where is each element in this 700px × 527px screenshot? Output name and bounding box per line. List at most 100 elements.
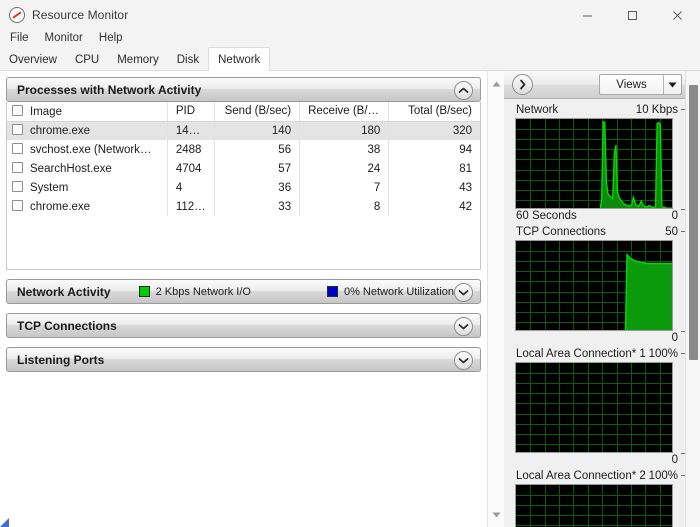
table-header-row: Image PID Send (B/sec) Receive (B/sec) T… [7,102,480,122]
graph-header: TCP Connections 50 [515,224,690,240]
graph-header: Local Area Connection* 1 100% [515,346,690,362]
scroll-down-arrow-icon[interactable] [488,506,505,523]
chevron-down-icon[interactable] [454,351,473,370]
cell-image: chrome.exe [7,121,168,140]
cell-total: 94 [388,140,480,159]
cell-total: 42 [388,197,480,216]
tab-disk[interactable]: Disk [168,50,208,71]
tcp-connections-header[interactable]: TCP Connections [6,313,481,338]
processes-section-header[interactable]: Processes with Network Activity [6,77,481,102]
cell-image-label: chrome.exe [30,201,91,213]
tcp-connections-section: TCP Connections [6,313,481,338]
legend-network-io: 2 Kbps Network I/O [138,285,251,298]
cell-total: 81 [388,159,480,178]
cell-send: 33 [213,197,300,216]
cell-image: svchost.exe (NetworkService -p) [7,140,167,159]
graph-title: Local Area Connection* 2 [516,470,646,482]
processes-table: Image PID Send (B/sec) Receive (B/sec) T… [7,102,480,216]
minimize-button[interactable] [565,0,610,30]
row-checkbox[interactable] [12,162,23,173]
title-bar: Resource Monitor [0,0,700,30]
processes-section-title: Processes with Network Activity [17,82,202,97]
menu-monitor[interactable]: Monitor [37,30,91,47]
maximize-button[interactable] [610,0,655,30]
cell-send: 56 [213,140,300,159]
row-checkbox[interactable] [12,143,23,154]
column-header-pid[interactable]: PID [166,102,215,122]
legend-swatch-network-io [138,286,150,297]
cell-image-label: System [30,182,69,194]
scrollbar-thumb[interactable] [689,85,698,360]
resource-monitor-icon [9,7,25,23]
processes-table-body: chrome.exe 14020 140 180 320 svchost.exe (Net… [7,121,480,216]
cell-total: 43 [388,178,480,197]
column-header-total[interactable]: Total (B/sec) [388,102,480,122]
views-dropdown-button[interactable]: Views [599,74,682,95]
menu-file[interactable]: File [2,30,37,47]
graph-canvas [515,240,673,331]
left-pane: Processes with Network Activity Image PI… [0,71,487,527]
column-header-receive[interactable]: Receive (B/sec) [299,102,389,122]
views-button-label: Views [616,78,647,91]
cell-image-label: chrome.exe [30,125,91,138]
row-checkbox[interactable] [12,200,23,211]
chevron-down-icon[interactable] [454,283,473,302]
tab-strip: Overview CPU Memory Disk Network [0,47,700,71]
graph-block: Network 10 Kbps 60 Seconds 0 [515,102,690,222]
table-row[interactable]: chrome.exe 11204 33 8 42 [7,197,480,216]
graph-title: Local Area Connection* 1 [516,348,646,360]
graphs-container: Network 10 Kbps 60 Seconds 0 TCP Connections… [504,99,700,527]
left-pane-scrollbar[interactable] [487,71,504,527]
column-header-image[interactable]: Image [7,102,168,122]
legend-label-network-utilization: 0% Network Utilization [343,285,455,298]
cell-pid: 4704 [166,159,215,178]
graph-canvas [515,484,673,527]
graph-footer: 60 Seconds 0 [515,209,690,222]
chevron-right-icon[interactable] [512,74,533,95]
views-toolbar: Views [504,71,700,99]
tab-memory[interactable]: Memory [108,50,168,71]
cell-total: 320 [388,121,480,140]
listening-ports-header[interactable]: Listening Ports [6,347,481,372]
row-checkbox[interactable] [12,124,23,136]
select-all-checkbox[interactable] [12,104,23,116]
graph-header: Network 10 Kbps [515,102,690,118]
graph-block: Local Area Connection* 2100%0 [515,468,690,527]
close-button[interactable] [655,0,700,30]
tab-network[interactable]: Network [208,47,271,71]
right-pane-scrollbar[interactable] [685,71,700,527]
graph-title: Network [516,104,559,116]
graph-scale-label: 100% [648,470,678,482]
cell-image-label: svchost.exe (NetworkService -p) [30,144,167,156]
table-row[interactable]: svchost.exe (NetworkService -p)248856389… [7,140,480,159]
graph-scale-label: 50 [665,226,678,238]
graph-scale-label: 100% [648,348,678,360]
window-controls [565,0,700,30]
column-header-send[interactable]: Send (B/sec) [213,102,300,122]
scroll-up-arrow-icon[interactable] [488,75,505,92]
cell-send: 57 [213,159,300,178]
legend-label-network-io: 2 Kbps Network I/O [155,285,251,298]
table-row[interactable]: SearchHost.exe 4704 57 24 81 [7,159,480,178]
chevron-up-icon[interactable] [454,81,473,100]
table-row[interactable]: chrome.exe 14020 140 180 320 [7,121,480,140]
menu-bar: File Monitor Help [0,30,700,47]
graph-xlabel: 60 Seconds [516,210,577,222]
legend-swatch-network-utilization [326,286,338,297]
chevron-down-icon[interactable] [663,75,681,94]
listening-ports-title: Listening Ports [17,352,105,367]
cell-pid: 11204 [166,197,215,216]
table-row[interactable]: System 4 36 7 43 [7,178,480,197]
cell-pid: 2488 [166,140,215,159]
chevron-down-icon[interactable] [454,317,473,336]
menu-help[interactable]: Help [91,30,131,47]
network-activity-header[interactable]: Network Activity 2 Kbps Network I/O 0% N… [6,279,481,304]
cell-image-label: SearchHost.exe [30,163,112,175]
graph-canvas [515,362,673,453]
graph-block: TCP Connections 50 0 [515,224,690,344]
tab-overview[interactable]: Overview [0,50,66,71]
row-checkbox[interactable] [12,181,23,192]
graph-title: TCP Connections [516,226,606,238]
tab-cpu[interactable]: CPU [66,50,108,71]
graph-scale-label: 10 Kbps [635,104,678,116]
